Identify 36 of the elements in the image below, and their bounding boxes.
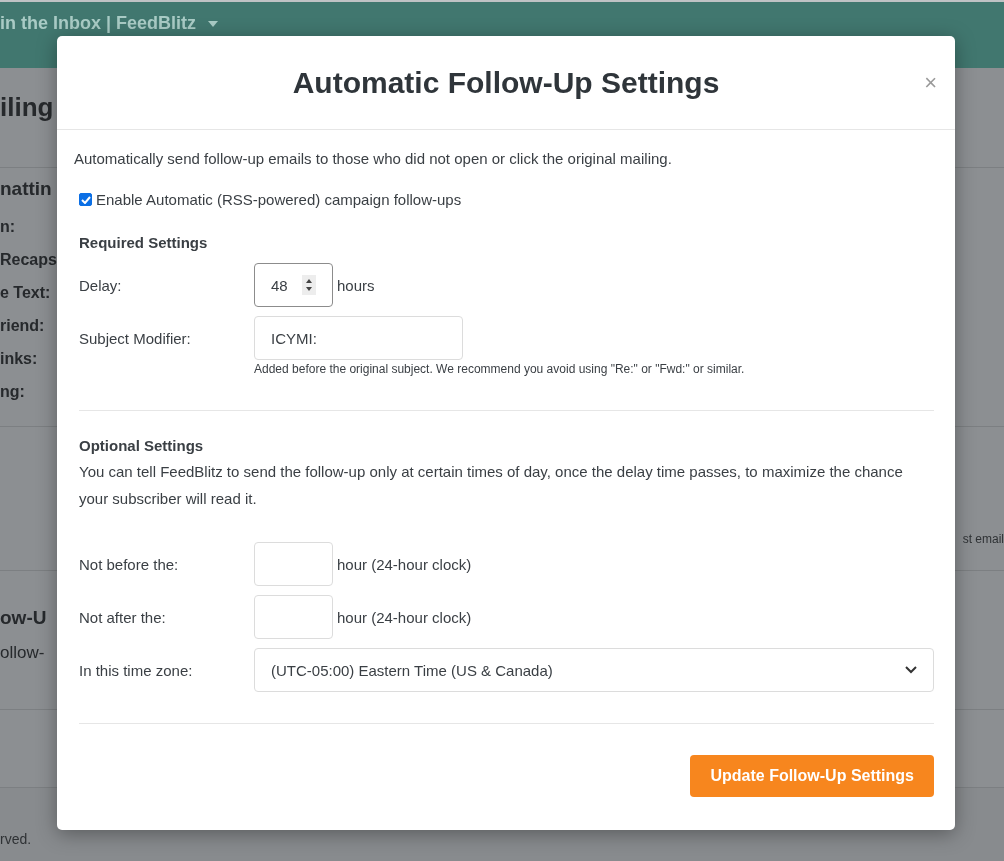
setting-label: n: (0, 218, 16, 235)
setting-label: riend: (0, 317, 45, 334)
checkbox[interactable] (79, 193, 92, 206)
caret-icon[interactable] (208, 21, 219, 27)
section-heading: ow-U (0, 607, 47, 628)
dialog-title: Automatic Follow-Up Settings (292, 65, 720, 100)
field-label: Not after the: (79, 608, 167, 626)
section-heading: Optional Settings (79, 437, 205, 454)
time-zone-select[interactable]: (UTC-05:00) Eastern Time (US & Canada) (254, 648, 934, 692)
section-heading: Required Settings (79, 234, 209, 251)
help-text: Added before the original subject. We recommend you avoid using "Re:" or "Fwd:" or similar. (254, 362, 746, 376)
field-label: Subject Modifier: (79, 329, 192, 347)
number-field[interactable]: 48 (254, 263, 333, 307)
field-label: In this time zone: (79, 661, 194, 679)
description-text: ollow- (0, 643, 45, 662)
unit-label: hour (24-hour clock) (337, 608, 472, 626)
checkbox-label[interactable]: Enable Automatic (RSS-powered) campaign follow-ups (96, 191, 462, 208)
page-heading: iling (0, 92, 54, 122)
setting-label: Recaps (0, 251, 57, 268)
footer-text: rved. (0, 831, 32, 847)
description-text: You can tell FeedBlitz to send the follow-up only at certain times of day, once the delay time passes, to maximize the chance your subscriber will read it. (79, 462, 904, 509)
hour-field[interactable] (254, 542, 333, 586)
hour-field[interactable] (254, 595, 333, 639)
setting-label: e Text: (0, 284, 51, 301)
section-heading: nattin (0, 178, 52, 199)
description-text: st email (962, 531, 1004, 546)
unit-label: hour (24-hour clock) (337, 555, 472, 573)
field-label: Not before the: (79, 555, 180, 573)
intro-text: Automatically send follow-up emails to those who did not open or click the original mailing. (74, 150, 673, 167)
field-label: Delay: (79, 276, 123, 294)
setting-label: inks: (0, 350, 38, 367)
unit-label: hours (337, 276, 375, 294)
spinner-icon[interactable] (302, 275, 316, 295)
chevron-down-icon (905, 666, 917, 674)
text-field[interactable]: ICYMI: (254, 316, 463, 360)
setting-label: ng: (0, 383, 25, 400)
